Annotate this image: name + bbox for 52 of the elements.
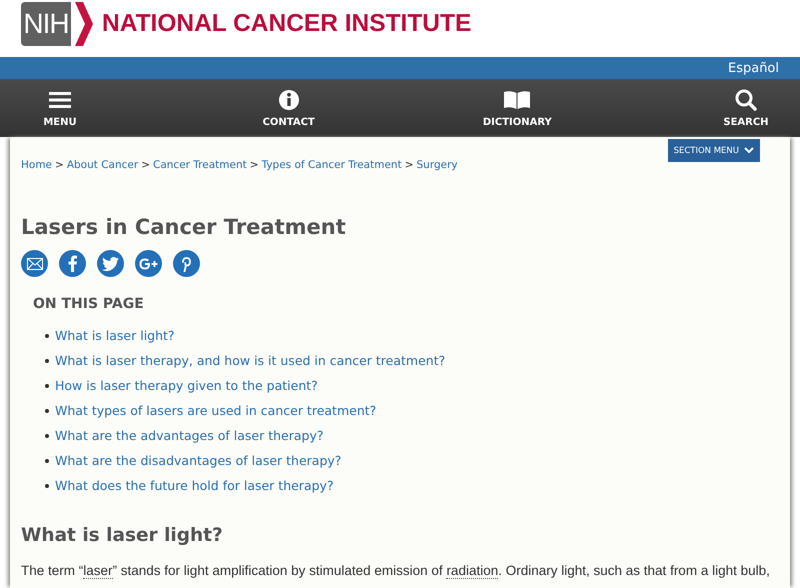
bullet-icon	[45, 334, 49, 338]
search-link[interactable]: SEARCH	[714, 79, 778, 137]
page-section-link[interactable]: What is laser therapy, and how is it used in cancer treatment?	[55, 353, 446, 368]
breadcrumb-link[interactable]: Surgery	[416, 159, 458, 171]
breadcrumb-link[interactable]: Cancer Treatment	[153, 159, 247, 171]
site-title[interactable]: NATIONAL CANCER INSTITUTE	[102, 10, 472, 38]
dictionary-link[interactable]: DICTIONARY	[485, 79, 550, 137]
bullet-icon	[45, 434, 49, 438]
breadcrumb-separator: >	[404, 159, 414, 171]
menu-button[interactable]: MENU	[28, 79, 92, 137]
breadcrumb-separator: >	[55, 159, 64, 171]
glossary-link[interactable]: radiation	[446, 563, 498, 579]
facebook-share-button[interactable]	[59, 250, 86, 277]
section-menu-button[interactable]: SECTION MENU	[668, 139, 760, 162]
book-icon	[503, 88, 532, 110]
googleplus-share-button[interactable]	[135, 250, 162, 277]
breadcrumb-separator: >	[250, 159, 259, 171]
bullet-icon	[45, 484, 49, 488]
pinterest-share-button[interactable]	[173, 250, 200, 277]
breadcrumb-link[interactable]: Home	[21, 159, 52, 171]
contact-link[interactable]: CONTACT	[256, 79, 321, 137]
page-section-link[interactable]: What types of lasers are used in cancer treatment?	[55, 403, 376, 418]
chevron-icon	[73, 2, 93, 46]
facebook-icon	[68, 255, 77, 272]
body-paragraph: The term “laser” stands for light amplification by stimulated emission of radiation. Ordinary light, such as that from a light bulb,	[21, 562, 771, 579]
bullet-icon	[45, 458, 49, 462]
bullet-icon	[45, 408, 49, 412]
page-section-link[interactable]: How is laser therapy given to the patient?	[55, 378, 318, 393]
search-icon	[734, 88, 757, 110]
page-section-link[interactable]: What does the future hold for laser therapy?	[55, 478, 334, 493]
nih-logo-badge[interactable]: NIH	[21, 2, 71, 46]
breadcrumb-separator: >	[141, 159, 150, 171]
section-heading: What is laser light?	[21, 524, 224, 548]
breadcrumb-link[interactable]: Types of Cancer Treatment	[262, 159, 402, 171]
on-this-page-heading: ON THIS PAGE	[33, 295, 145, 313]
page-section-link[interactable]: What is laser light?	[55, 328, 175, 343]
envelope-icon	[26, 258, 42, 270]
breadcrumb-link[interactable]: About Cancer	[66, 159, 138, 171]
email-share-button[interactable]	[21, 250, 48, 277]
page-section-link[interactable]: What are the disadvantages of laser therapy?	[55, 453, 342, 468]
google-plus-icon	[138, 258, 158, 270]
bullet-icon	[45, 358, 49, 362]
bird-icon	[102, 256, 119, 270]
chevron-down-icon	[744, 147, 754, 154]
language-link[interactable]: Español	[728, 60, 779, 76]
info-icon	[278, 88, 300, 110]
page-title: Lasers in Cancer Treatment	[21, 214, 347, 240]
bullet-icon	[45, 384, 49, 388]
glossary-link[interactable]: laser	[83, 563, 113, 579]
pin-p-icon	[180, 255, 193, 272]
twitter-share-button[interactable]	[97, 250, 124, 277]
page-section-link[interactable]: What are the advantages of laser therapy?	[55, 428, 324, 443]
